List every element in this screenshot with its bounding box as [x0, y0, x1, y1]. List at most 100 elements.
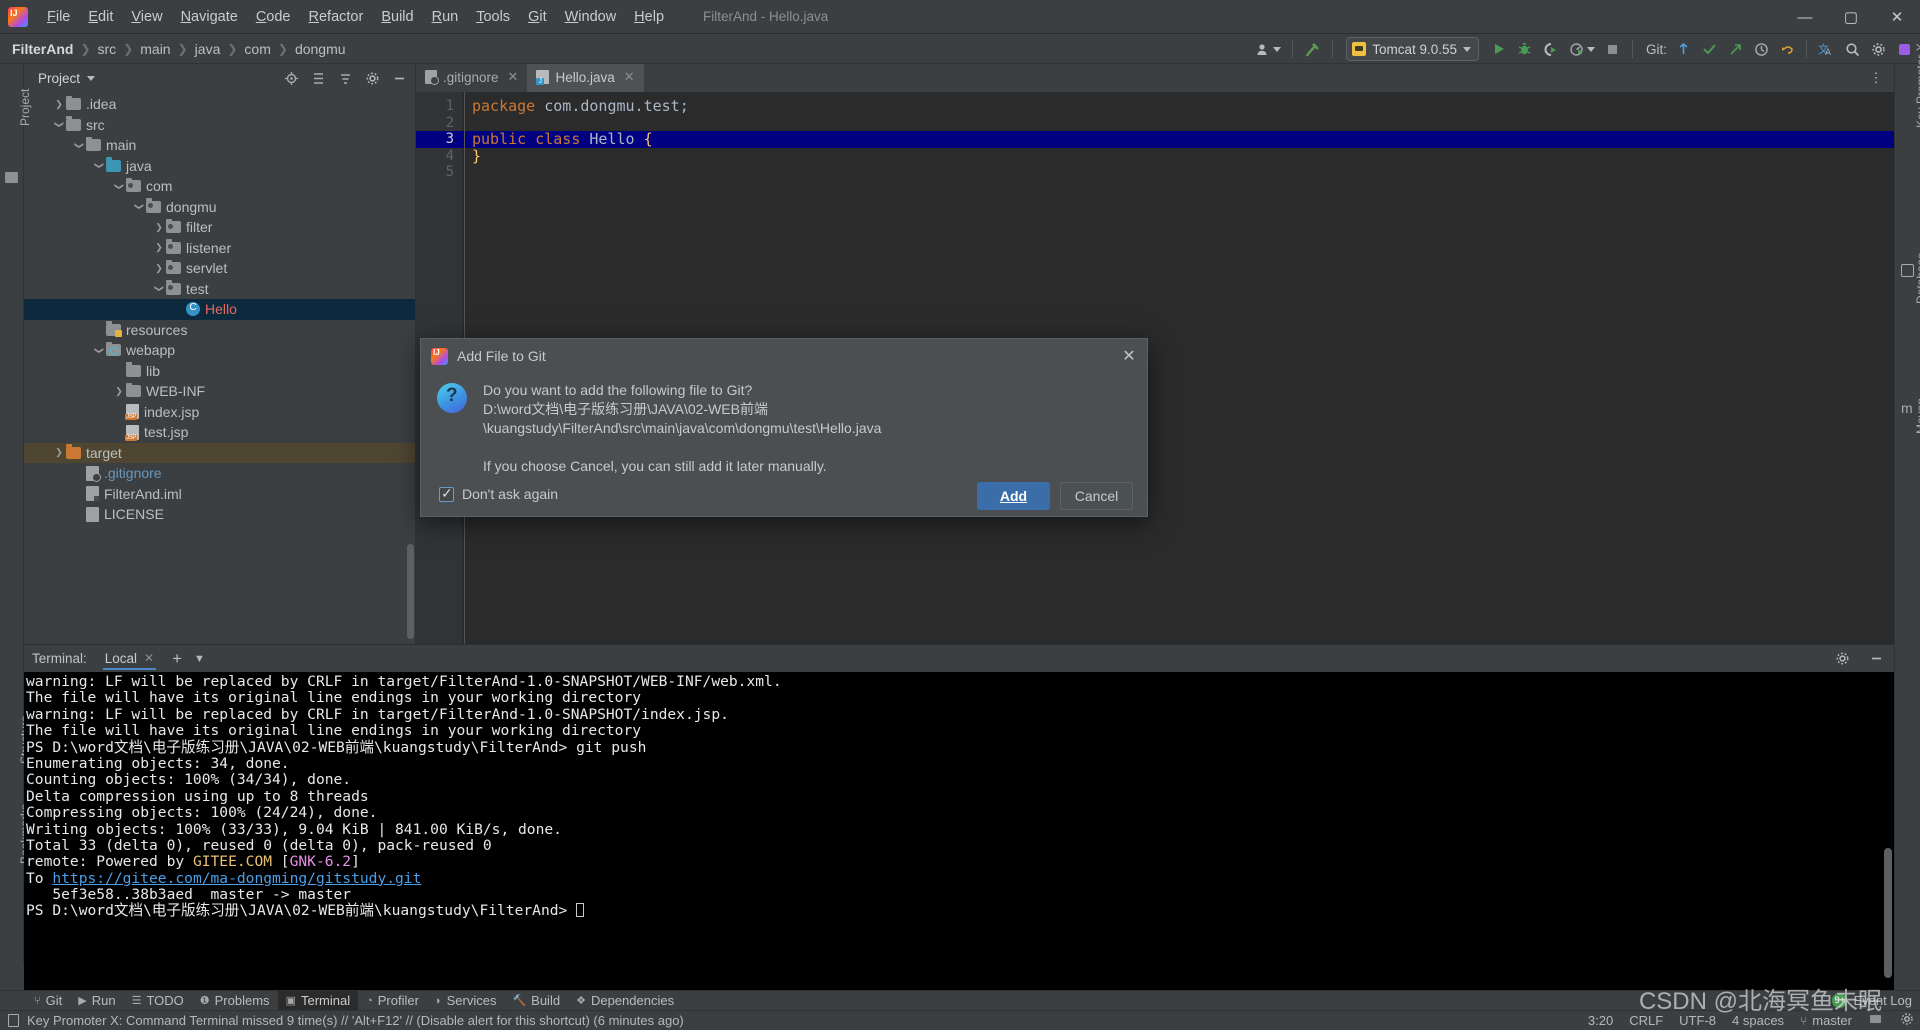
search-icon[interactable]: [1840, 36, 1864, 62]
tree-node-servlet[interactable]: servlet: [24, 258, 415, 279]
tool-window-git[interactable]: ⑂ Git: [26, 991, 70, 1011]
tool-window-run[interactable]: ▶ Run: [70, 991, 123, 1011]
tool-window-problems[interactable]: ❶ Problems: [192, 991, 278, 1011]
editor-tab--gitignore[interactable]: .gitignore ✕: [416, 64, 527, 92]
hide-panel-icon[interactable]: [387, 65, 411, 91]
git-commit-icon[interactable]: [1697, 36, 1721, 62]
editor-tab-close-icon[interactable]: ✕: [624, 69, 635, 85]
editor-more-options-icon[interactable]: ⋮: [1864, 65, 1888, 91]
menu-help[interactable]: Help: [625, 5, 673, 29]
tree-node-com[interactable]: com: [24, 176, 415, 197]
terminal-options-chevron-icon[interactable]: ▼: [194, 653, 205, 665]
tree-node-resources[interactable]: resources: [24, 320, 415, 341]
terminal-scrollbar[interactable]: [1884, 848, 1892, 978]
chevron-down-icon[interactable]: [152, 283, 166, 294]
tree-node-webapp[interactable]: webapp: [24, 340, 415, 361]
tree-node-src[interactable]: src: [24, 115, 415, 136]
indent-setting[interactable]: 4 spaces: [1732, 1013, 1784, 1028]
history-icon[interactable]: [1749, 36, 1773, 62]
tree-node-test-jsp[interactable]: test.jsp: [24, 422, 415, 443]
strip-label-database[interactable]: Database: [1914, 253, 1920, 304]
editor-tab-hello-java[interactable]: Hello.java ✕: [527, 64, 644, 92]
chevron-right-icon[interactable]: [52, 447, 66, 458]
breadcrumb-item-main[interactable]: main: [140, 41, 170, 57]
project-tree-vertical-scrollbar[interactable]: [407, 544, 414, 639]
chevron-right-icon[interactable]: [152, 222, 166, 233]
build-hammer-icon[interactable]: [1300, 36, 1325, 62]
memory-indicator-icon[interactable]: [1868, 1012, 1884, 1029]
dialog-close-icon[interactable]: ✕: [1119, 346, 1139, 366]
maximize-button[interactable]: ▢: [1828, 0, 1874, 34]
terminal-hide-icon[interactable]: [1864, 646, 1888, 672]
chevron-right-icon[interactable]: [152, 242, 166, 253]
undo-icon[interactable]: [1775, 36, 1799, 62]
event-log-area[interactable]: 9+ Event Log: [1832, 993, 1912, 1008]
chevron-right-icon[interactable]: [112, 386, 126, 397]
editor-tab-close-icon[interactable]: ✕: [508, 69, 519, 85]
chevron-down-icon[interactable]: [132, 201, 146, 212]
git-push-icon[interactable]: [1723, 36, 1747, 62]
checkbox-box-icon[interactable]: [439, 485, 454, 502]
run-button[interactable]: [1487, 36, 1511, 62]
debug-button[interactable]: [1513, 36, 1537, 62]
line-separator[interactable]: CRLF: [1629, 1013, 1663, 1028]
chevron-down-icon[interactable]: [92, 160, 106, 171]
add-button[interactable]: Add: [977, 482, 1050, 510]
expand-all-icon[interactable]: [306, 65, 330, 91]
tree-node-dongmu[interactable]: dongmu: [24, 197, 415, 218]
tree-node-index-jsp[interactable]: index.jsp: [24, 402, 415, 423]
menu-file[interactable]: File: [38, 5, 79, 29]
stop-button[interactable]: [1601, 36, 1625, 62]
breadcrumb-item-src[interactable]: src: [98, 41, 117, 57]
tree-node-java[interactable]: java: [24, 156, 415, 177]
tool-window-dependencies[interactable]: ❖ Dependencies: [568, 991, 682, 1011]
chevron-down-icon[interactable]: [92, 345, 106, 356]
tree-node-filterand-iml[interactable]: FilterAnd.iml: [24, 484, 415, 505]
terminal-link[interactable]: https://gitee.com/ma-dongming/gitstudy.g…: [52, 870, 421, 887]
run-with-coverage-button[interactable]: [1539, 36, 1563, 62]
terminal-settings-gear-icon[interactable]: [1830, 646, 1854, 672]
tree-node-target[interactable]: target: [24, 442, 415, 463]
tool-window-profiler[interactable]: ◔ Profiler: [358, 991, 427, 1011]
tree-node-main[interactable]: main: [24, 135, 415, 156]
menu-git[interactable]: Git: [519, 5, 556, 29]
tree-node-lib[interactable]: lib: [24, 361, 415, 382]
chevron-down-icon[interactable]: [52, 119, 66, 130]
tool-window-terminal[interactable]: ▣ Terminal: [277, 990, 359, 1011]
new-terminal-tab-icon[interactable]: +: [172, 649, 182, 669]
terminal-tab-close-icon[interactable]: ✕: [144, 651, 154, 665]
cancel-button[interactable]: Cancel: [1060, 482, 1133, 510]
chevron-down-icon[interactable]: [112, 181, 126, 192]
close-button[interactable]: ✕: [1874, 0, 1920, 34]
menu-run[interactable]: Run: [423, 5, 468, 29]
project-scope-chevron-icon[interactable]: [87, 75, 96, 81]
settings-gear-icon[interactable]: [1866, 36, 1890, 62]
chevron-right-icon[interactable]: [52, 99, 66, 110]
menu-refactor[interactable]: Refactor: [300, 5, 373, 29]
menu-build[interactable]: Build: [372, 5, 422, 29]
collapse-all-icon[interactable]: [333, 65, 357, 91]
breadcrumb-item-java[interactable]: java: [195, 41, 221, 57]
strip-label-maven[interactable]: Maven: [1914, 398, 1920, 434]
menu-edit[interactable]: Edit: [79, 5, 122, 29]
status-settings-gear-icon[interactable]: [1900, 1012, 1914, 1029]
file-encoding[interactable]: UTF-8: [1679, 1013, 1716, 1028]
tree-node-test[interactable]: test: [24, 279, 415, 300]
strip-label-key-promoter[interactable]: Key Promoter X: [1914, 43, 1920, 128]
project-settings-gear-icon[interactable]: [360, 65, 384, 91]
menu-navigate[interactable]: Navigate: [172, 5, 247, 29]
tree-node-filter[interactable]: filter: [24, 217, 415, 238]
menu-window[interactable]: Window: [556, 5, 626, 29]
minimize-button[interactable]: —: [1782, 0, 1828, 34]
breadcrumb-item-dongmu[interactable]: dongmu: [295, 41, 346, 57]
chevron-right-icon[interactable]: [152, 263, 166, 274]
dont-ask-again-checkbox[interactable]: Don't ask again: [439, 485, 558, 502]
tool-window-services[interactable]: ◗ Services: [427, 991, 505, 1011]
tree-node-listener[interactable]: listener: [24, 238, 415, 259]
select-opened-file-icon[interactable]: [279, 65, 303, 91]
tree-node-hello[interactable]: Hello: [24, 299, 415, 320]
tree-node--idea[interactable]: .idea: [24, 94, 415, 115]
breadcrumb-item-filterand[interactable]: FilterAnd: [12, 41, 73, 57]
tool-window-todo[interactable]: ☰ TODO: [124, 991, 192, 1011]
tree-node-license[interactable]: LICENSE: [24, 504, 415, 525]
